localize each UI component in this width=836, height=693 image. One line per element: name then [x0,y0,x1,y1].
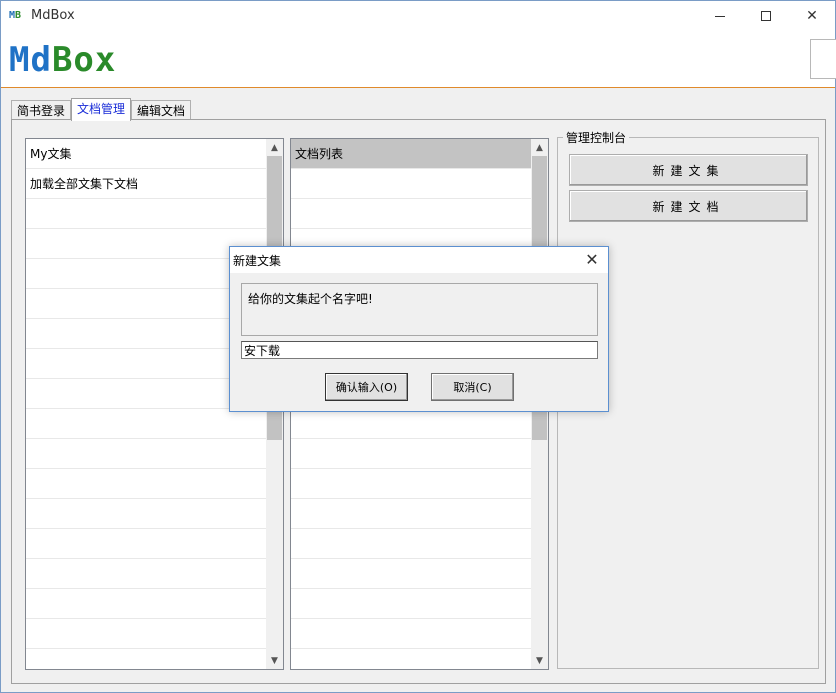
list-item[interactable]: 加载全部文集下文档 [26,169,266,199]
maximize-button[interactable] [743,1,789,31]
empty-row [291,409,531,439]
title-bar[interactable]: MB MdBox ✕ [1,1,835,31]
collection-name-input[interactable] [241,341,598,359]
minimize-icon [715,15,725,17]
empty-row [291,439,531,469]
empty-row [291,529,531,559]
dialog-title: 新建文集 [233,254,282,268]
tab-strip: 简书登录 文档管理 编辑文档 [11,98,192,121]
empty-row [26,409,266,439]
tab-document-management[interactable]: 文档管理 [71,98,132,121]
empty-row [291,619,531,649]
scroll-up-icon[interactable]: ▲ [531,139,548,156]
new-collection-button[interactable]: 新建文集 [569,154,808,186]
close-icon: ✕ [806,8,818,24]
empty-row [26,199,266,229]
empty-row [291,499,531,529]
header-panel [810,39,836,79]
tab-edit-document[interactable]: 编辑文档 [131,100,192,121]
app-window: MB MdBox ✕ MdBox 简书登录 文档管理 编辑文档 My文集 加载全… [0,0,836,693]
control-panel-title: 管理控制台 [563,129,630,146]
confirm-input-button[interactable]: 确认输入(O) [325,373,408,401]
empty-row [26,619,266,649]
tab-jianshu-login[interactable]: 简书登录 [11,100,72,121]
empty-row [26,439,266,469]
scroll-up-icon[interactable]: ▲ [266,139,283,156]
scroll-down-icon[interactable]: ▼ [266,652,283,669]
list-item[interactable]: My文集 [26,139,266,169]
empty-row [26,469,266,499]
empty-row [26,589,266,619]
minimize-button[interactable] [697,1,743,31]
dialog-close-icon[interactable]: ✕ [582,250,602,270]
dialog-message-box: 给你的文集起个名字吧! [241,283,598,336]
app-icon: MB [9,10,22,21]
app-logo: MdBox [9,40,117,80]
list-item[interactable]: 文档列表 [291,139,531,169]
maximize-icon [761,11,771,21]
dialog-message: 给你的文集起个名字吧! [248,292,373,306]
app-header: MdBox [1,31,836,88]
empty-row [291,589,531,619]
empty-row [291,469,531,499]
empty-row [26,499,266,529]
new-collection-dialog: 新建文集 ✕ 给你的文集起个名字吧! 确认输入(O) 取消(C) [229,246,609,412]
new-document-button[interactable]: 新建文档 [569,190,808,222]
empty-row [291,169,531,199]
empty-row [26,649,266,669]
scroll-down-icon[interactable]: ▼ [531,652,548,669]
window-title: MdBox [31,8,75,23]
cancel-button[interactable]: 取消(C) [431,373,514,401]
dialog-title-bar[interactable]: 新建文集 ✕ [230,247,608,273]
empty-row [26,529,266,559]
empty-row [26,559,266,589]
empty-row [291,649,531,669]
empty-row [291,199,531,229]
close-button[interactable]: ✕ [789,1,835,31]
empty-row [291,559,531,589]
